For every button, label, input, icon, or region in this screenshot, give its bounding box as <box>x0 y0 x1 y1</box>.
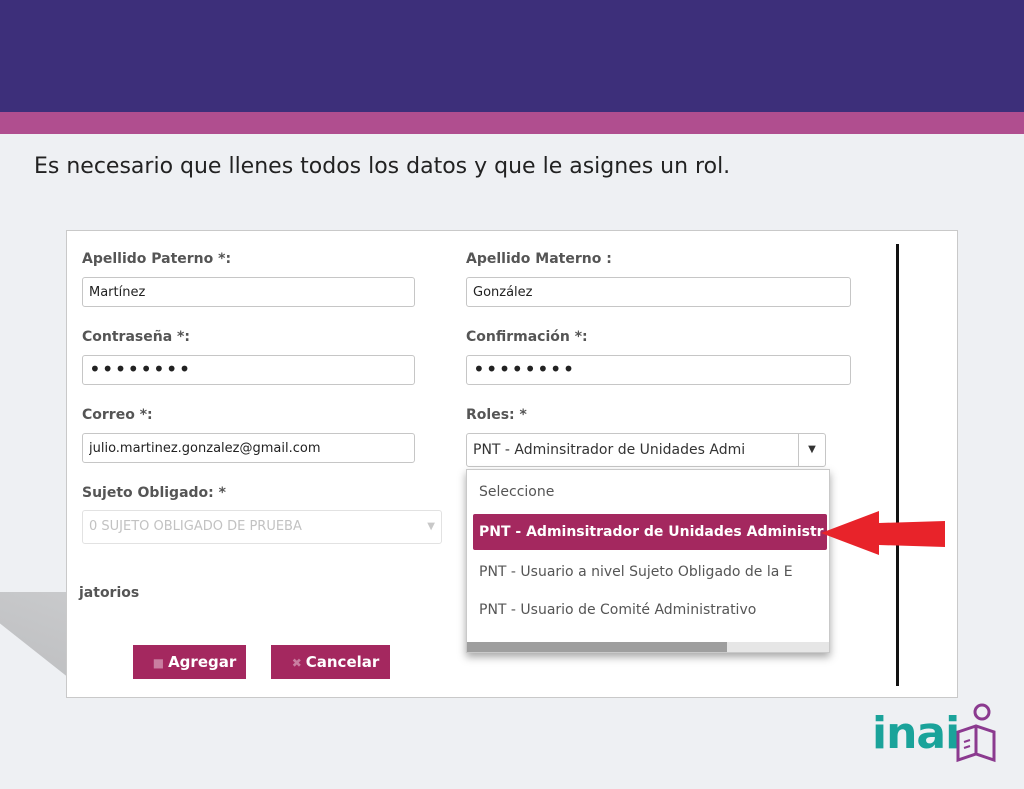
sujeto-obligado-label: Sujeto Obligado: * <box>82 485 226 501</box>
cancelar-label: Cancelar <box>305 653 380 671</box>
correo-input[interactable] <box>82 433 415 463</box>
confirmacion-label: Confirmación *: <box>466 329 588 345</box>
roles-label: Roles: * <box>466 407 527 423</box>
dropdown-option[interactable]: Seleccione <box>473 474 827 510</box>
agregar-button[interactable]: ■ Agregar <box>133 645 246 679</box>
close-icon: ✖ <box>291 656 302 670</box>
roles-select[interactable]: PNT - Adminsitrador de Unidades Admi ▼ <box>466 433 826 467</box>
red-arrow-icon <box>821 511 945 555</box>
confirmacion-input[interactable]: •••••••• <box>466 355 851 385</box>
dropdown-option[interactable]: PNT - Usuario a nivel Sujeto Obligado de… <box>473 554 827 590</box>
roles-selected-value: PNT - Adminsitrador de Unidades Admi <box>473 442 746 458</box>
correo-label: Correo *: <box>82 407 153 423</box>
horizontal-scrollbar[interactable] <box>467 642 829 652</box>
dropdown-option-selected[interactable]: PNT - Adminsitrador de Unidades Administ… <box>473 514 827 550</box>
slide-caption: Es necesario que llenes todos los datos … <box>34 154 731 179</box>
inai-logo-text: inai <box>872 708 960 759</box>
accent-band <box>0 112 1024 134</box>
apellido-materno-input[interactable] <box>466 277 851 307</box>
contrasena-input[interactable]: •••••••• <box>82 355 415 385</box>
divider-line <box>896 244 899 686</box>
apellido-materno-label: Apellido Materno : <box>466 251 612 267</box>
apellido-paterno-label: Apellido Paterno *: <box>82 251 232 267</box>
contrasena-label: Contraseña *: <box>82 329 190 345</box>
partial-label: jatorios <box>79 585 140 601</box>
apellido-paterno-input[interactable] <box>82 277 415 307</box>
scrollbar-thumb[interactable] <box>467 642 727 652</box>
caret-down-icon: ▼ <box>427 521 435 532</box>
caret-down-icon[interactable]: ▼ <box>798 434 825 466</box>
dropdown-option[interactable]: PNT - Usuario de Comité Administrativo <box>473 592 827 628</box>
header-band <box>0 0 1024 112</box>
cancelar-button[interactable]: ✖ Cancelar <box>271 645 390 679</box>
save-icon: ■ <box>152 656 165 670</box>
agregar-label: Agregar <box>168 653 237 671</box>
decorative-shadow <box>0 592 74 682</box>
form-screenshot: Apellido Paterno *: Apellido Materno : C… <box>66 230 958 698</box>
reader-book-icon <box>956 703 996 763</box>
sujeto-obligado-value: 0 SUJETO OBLIGADO DE PRUEBA <box>89 519 302 534</box>
roles-dropdown: Seleccione PNT - Adminsitrador de Unidad… <box>466 469 830 653</box>
sujeto-obligado-select: 0 SUJETO OBLIGADO DE PRUEBA ▼ <box>82 510 442 544</box>
